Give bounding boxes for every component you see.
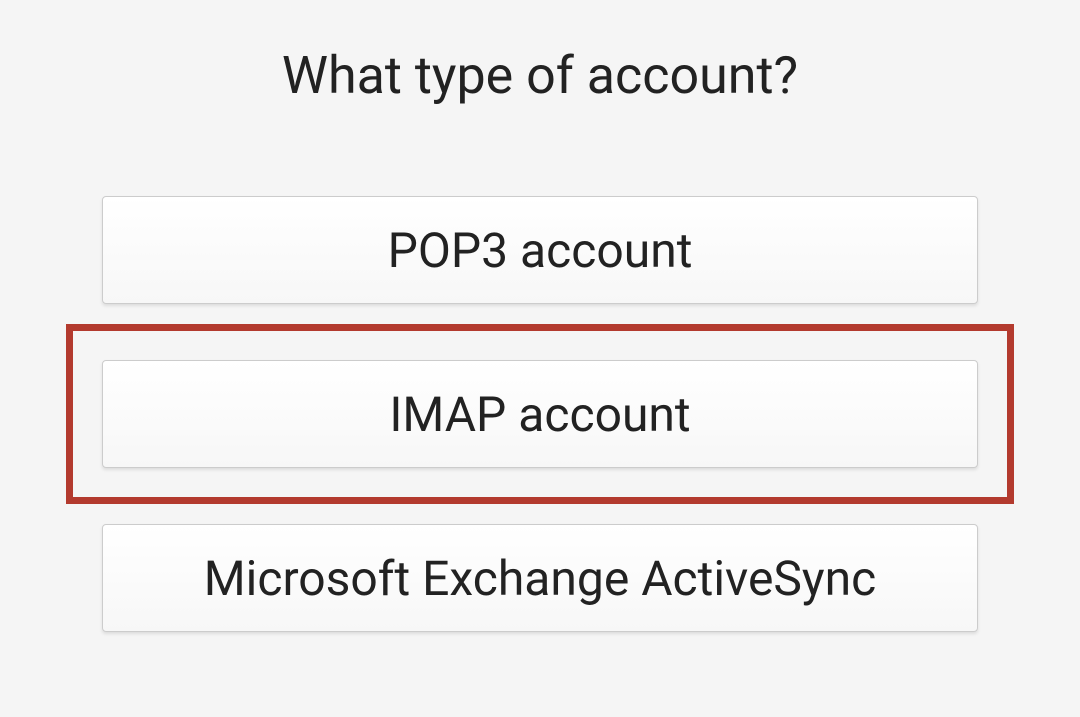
option-wrapper-imap: IMAP account [66, 324, 1014, 504]
page-title: What type of account? [282, 45, 798, 106]
exchange-account-button[interactable]: Microsoft Exchange ActiveSync [102, 524, 978, 632]
option-wrapper-pop3: POP3 account [66, 196, 1014, 304]
account-type-options: POP3 account IMAP account Microsoft Exch… [0, 196, 1080, 632]
pop3-account-button[interactable]: POP3 account [102, 196, 978, 304]
option-wrapper-exchange: Microsoft Exchange ActiveSync [66, 524, 1014, 632]
imap-account-button[interactable]: IMAP account [102, 360, 978, 468]
